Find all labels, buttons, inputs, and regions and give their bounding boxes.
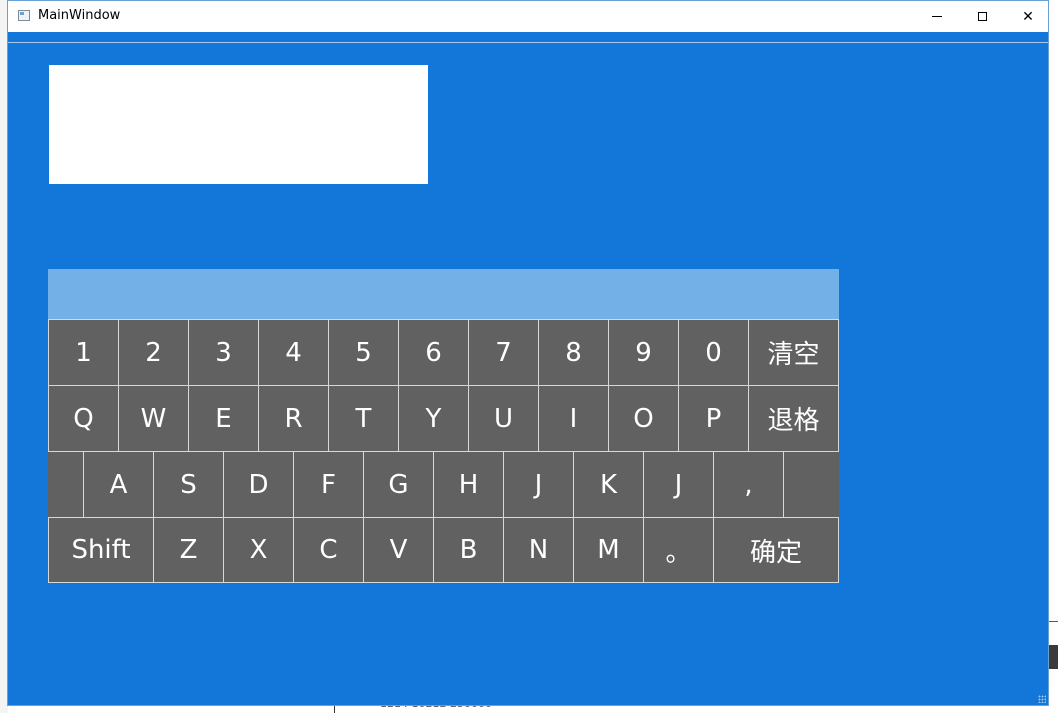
shift-key[interactable]: Shift [48,517,154,583]
key-4[interactable]: 4 [258,319,329,386]
text-input[interactable] [49,65,428,184]
resize-grip[interactable] [1038,695,1046,703]
key-5[interactable]: 5 [328,319,399,386]
maximize-icon [977,12,987,21]
key-a[interactable]: A [83,451,154,518]
key-z[interactable]: Z [153,517,224,583]
key-e[interactable]: E [188,385,259,452]
close-icon: ✕ [1022,8,1034,25]
key-v[interactable]: V [363,517,434,583]
key-t[interactable]: T [328,385,399,452]
minimize-icon [932,16,942,17]
key-d[interactable]: D [223,451,294,518]
app-icon [18,10,30,21]
confirm-key[interactable]: 确定 [713,517,839,583]
background-divider [1049,621,1058,622]
key-8[interactable]: 8 [538,319,609,386]
key-6[interactable]: 6 [398,319,469,386]
key-j[interactable]: J [503,451,574,518]
key-c[interactable]: C [293,517,364,583]
key-2[interactable]: 2 [118,319,189,386]
key-r[interactable]: R [258,385,329,452]
main-window: MainWindow ✕ 1 2 3 4 5 6 7 8 9 0 清空 Q W … [7,0,1049,706]
key-y[interactable]: Y [398,385,469,452]
key-q[interactable]: Q [48,385,119,452]
key-n[interactable]: N [503,517,574,583]
key-1[interactable]: 1 [48,319,119,386]
key-s[interactable]: S [153,451,224,518]
key-b[interactable]: B [433,517,504,583]
key-g[interactable]: G [363,451,434,518]
key-f[interactable]: F [293,451,364,518]
minimize-button[interactable] [914,1,960,32]
background-divider [334,706,335,713]
key-3[interactable]: 3 [188,319,259,386]
key-0[interactable]: 0 [678,319,749,386]
background-panel [1049,645,1058,669]
key-w[interactable]: W [118,385,189,452]
maximize-button[interactable] [959,1,1005,32]
key-o[interactable]: O [608,385,679,452]
window-title: MainWindow [38,8,121,23]
key-p[interactable]: P [678,385,749,452]
key-u[interactable]: U [468,385,539,452]
key-h[interactable]: H [433,451,504,518]
key-7[interactable]: 7 [468,319,539,386]
close-button[interactable]: ✕ [1005,1,1051,32]
key-i[interactable]: I [538,385,609,452]
key-k[interactable]: K [573,451,644,518]
title-bar[interactable]: MainWindow ✕ [8,1,1048,32]
key-comma[interactable]: , [713,451,784,518]
key-m[interactable]: M [573,517,644,583]
key-9[interactable]: 9 [608,319,679,386]
keyboard-display [48,269,839,319]
divider [8,42,1048,43]
key-period[interactable]: 。 [643,517,714,583]
backspace-key[interactable]: 退格 [748,385,839,452]
key-j-second[interactable]: J [643,451,714,518]
clear-key[interactable]: 清空 [748,319,839,386]
key-x[interactable]: X [223,517,294,583]
onscreen-keyboard: 1 2 3 4 5 6 7 8 9 0 清空 Q W E R T Y U I O… [48,319,839,583]
